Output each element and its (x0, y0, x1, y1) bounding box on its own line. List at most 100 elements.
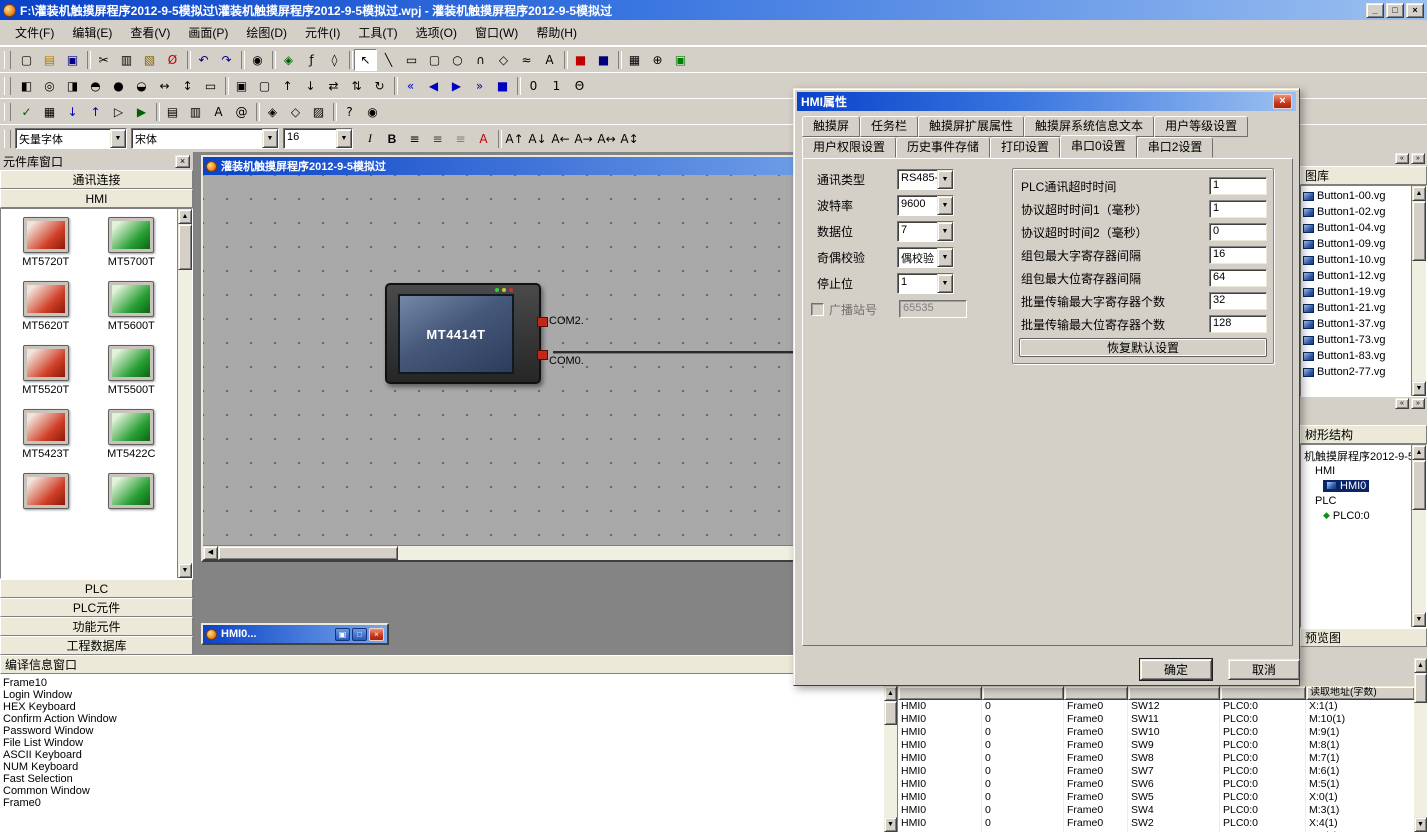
help-icon[interactable]: ? (338, 101, 361, 123)
tree-item-plc[interactable]: PLC (1302, 493, 1412, 508)
library-item[interactable]: Button1-02.vg (1302, 204, 1412, 220)
library-item[interactable]: Button1-09.vg (1302, 236, 1412, 252)
hmi-device[interactable]: MT4414T (385, 283, 541, 384)
ok-button[interactable]: 确定 (1140, 659, 1212, 680)
separator[interactable] (269, 49, 277, 71)
library-item[interactable]: Button2-77.vg (1302, 364, 1412, 380)
layer-down-icon[interactable]: ◇ (284, 101, 307, 123)
align-center-icon[interactable]: ◎ (38, 75, 61, 97)
table-header-cell[interactable] (1128, 686, 1220, 700)
online-simulate-icon[interactable]: ▶ (130, 101, 153, 123)
separator[interactable] (253, 101, 261, 123)
close-button[interactable]: × (1406, 3, 1424, 18)
address-icon[interactable]: @ (230, 101, 253, 123)
scroll-up-icon[interactable]: ▲ (1412, 186, 1426, 201)
menu-item[interactable]: 文件(F) (6, 20, 63, 45)
library-item[interactable]: Button1-00.vg (1302, 188, 1412, 204)
tab-print-settings[interactable]: 打印设置 (990, 137, 1060, 158)
plc-param-input[interactable]: 32 (1209, 292, 1267, 310)
separator[interactable] (495, 128, 503, 150)
table-header-cell[interactable] (982, 686, 1064, 700)
tab-user-permission[interactable]: 用户权限设置 (802, 137, 896, 158)
compile-list-item[interactable]: NUM Keyboard (3, 761, 881, 773)
section-function-components[interactable]: 功能元件 (0, 617, 193, 636)
text-top-icon[interactable]: A↑ (503, 128, 526, 150)
same-size-icon[interactable]: ▭ (199, 75, 222, 97)
project-window-titlebar[interactable]: 灌装机触摸屏程序2012-9-5模拟过 (203, 157, 877, 175)
separator[interactable] (222, 75, 230, 97)
tree-structure-header[interactable]: 树形结构 (1300, 425, 1427, 444)
text-icon[interactable]: A (538, 49, 561, 71)
scroll-thumb[interactable] (1414, 673, 1427, 703)
library-item[interactable]: Button1-83.vg (1302, 348, 1412, 364)
rectangle-icon[interactable]: ▭ (400, 49, 423, 71)
system-params-icon[interactable]: ▤ (161, 101, 184, 123)
maximize-button[interactable]: □ (1386, 3, 1404, 18)
text-align-left-icon[interactable]: ≡ (403, 128, 426, 150)
menu-item[interactable]: 工具(T) (349, 20, 406, 45)
tab-serial2-settings[interactable]: 串口2设置 (1137, 137, 1214, 158)
tree-scrollbar[interactable]: ▲ ▼ (1411, 445, 1426, 627)
paste-icon[interactable]: ▧ (138, 49, 161, 71)
separator[interactable] (391, 75, 399, 97)
table-header-cell[interactable] (1064, 686, 1128, 700)
serial-field-combobox[interactable]: 9600 ▼ (897, 195, 954, 216)
section-communication[interactable]: 通讯连接 (0, 170, 193, 189)
first-state-icon[interactable]: « (399, 75, 422, 97)
download-icon[interactable]: ↓ (61, 101, 84, 123)
stop-state-icon[interactable]: ■ (491, 75, 514, 97)
font-color-icon[interactable]: A (472, 128, 495, 150)
align-bottom-icon[interactable]: ◒ (130, 75, 153, 97)
cancel-button[interactable]: 取消 (1228, 659, 1300, 680)
rotate-icon[interactable]: ↻ (368, 75, 391, 97)
scroll-up-icon[interactable]: ▲ (1414, 658, 1427, 673)
about-icon[interactable]: ◉ (361, 101, 384, 123)
broadcast-checkbox[interactable] (811, 303, 824, 316)
library-item[interactable]: Button1-19.vg (1302, 284, 1412, 300)
library-item[interactable]: Button1-73.vg (1302, 332, 1412, 348)
plc-param-input[interactable]: 0 (1209, 223, 1267, 241)
text-align-right-icon[interactable]: ≡ (449, 128, 472, 150)
next-state-icon[interactable]: ▶ (445, 75, 468, 97)
italic-button[interactable]: I (359, 128, 381, 150)
device-thumbnail[interactable] (6, 473, 86, 512)
table-header-read-address[interactable]: 读取地址(字数) (1306, 686, 1414, 700)
scroll-down-icon[interactable]: ▼ (884, 817, 897, 832)
compile-list-item[interactable]: Frame0 (3, 797, 881, 809)
device-thumbnail[interactable] (91, 473, 171, 512)
table-row[interactable]: HMI0 0 Frame0 SW2 PLC0:0 X:4(1) (898, 817, 1414, 830)
collapse-right-icon[interactable]: » (1411, 153, 1425, 164)
chevron-down-icon[interactable]: ▼ (937, 170, 953, 189)
menu-item[interactable]: 查看(V) (121, 20, 179, 45)
open-folder-icon[interactable]: ▤ (38, 49, 61, 71)
table-header-cell[interactable] (898, 686, 982, 700)
menu-item[interactable]: 画面(P) (179, 20, 237, 45)
library-item[interactable]: Button1-21.vg (1302, 300, 1412, 316)
serial-field-combobox[interactable]: 1 ▼ (897, 273, 954, 294)
build-all-icon[interactable]: ▦ (38, 101, 61, 123)
table-left-scrollbar[interactable]: ▲ ▼ (884, 686, 898, 832)
redo-icon[interactable]: ↷ (215, 49, 238, 71)
scroll-down-icon[interactable]: ▼ (1412, 381, 1426, 396)
com0-port[interactable] (537, 350, 548, 360)
scroll-down-icon[interactable]: ▼ (1414, 817, 1427, 832)
table-row[interactable]: HMI0 0 Frame0 SW12 PLC0:0 X:1(1) (898, 700, 1414, 713)
transparent-icon[interactable]: ▨ (307, 101, 330, 123)
menu-item[interactable]: 编辑(E) (63, 20, 121, 45)
chevron-down-icon[interactable]: ▼ (937, 248, 953, 267)
text-center-v-icon[interactable]: A↕ (618, 128, 641, 150)
tree-item-hmi[interactable]: HMI (1302, 463, 1412, 478)
chevron-down-icon[interactable]: ▼ (110, 129, 126, 148)
scroll-up-icon[interactable]: ▲ (178, 209, 192, 224)
lock-icon[interactable]: Θ (568, 75, 591, 97)
library-header[interactable]: 图库 (1300, 166, 1427, 185)
offline-simulate-icon[interactable]: ▷ (107, 101, 130, 123)
align-middle-icon[interactable]: ● (107, 75, 130, 97)
table-row[interactable]: HMI0 0 Frame0 SW11 PLC0:0 M:10(1) (898, 713, 1414, 726)
separator[interactable] (84, 49, 92, 71)
grid-icon[interactable]: ▦ (623, 49, 646, 71)
rounded-rect-icon[interactable]: ▢ (423, 49, 446, 71)
menu-item[interactable]: 元件(I) (296, 20, 349, 45)
scroll-thumb[interactable] (884, 701, 897, 725)
send-back-icon[interactable]: ↓ (299, 75, 322, 97)
